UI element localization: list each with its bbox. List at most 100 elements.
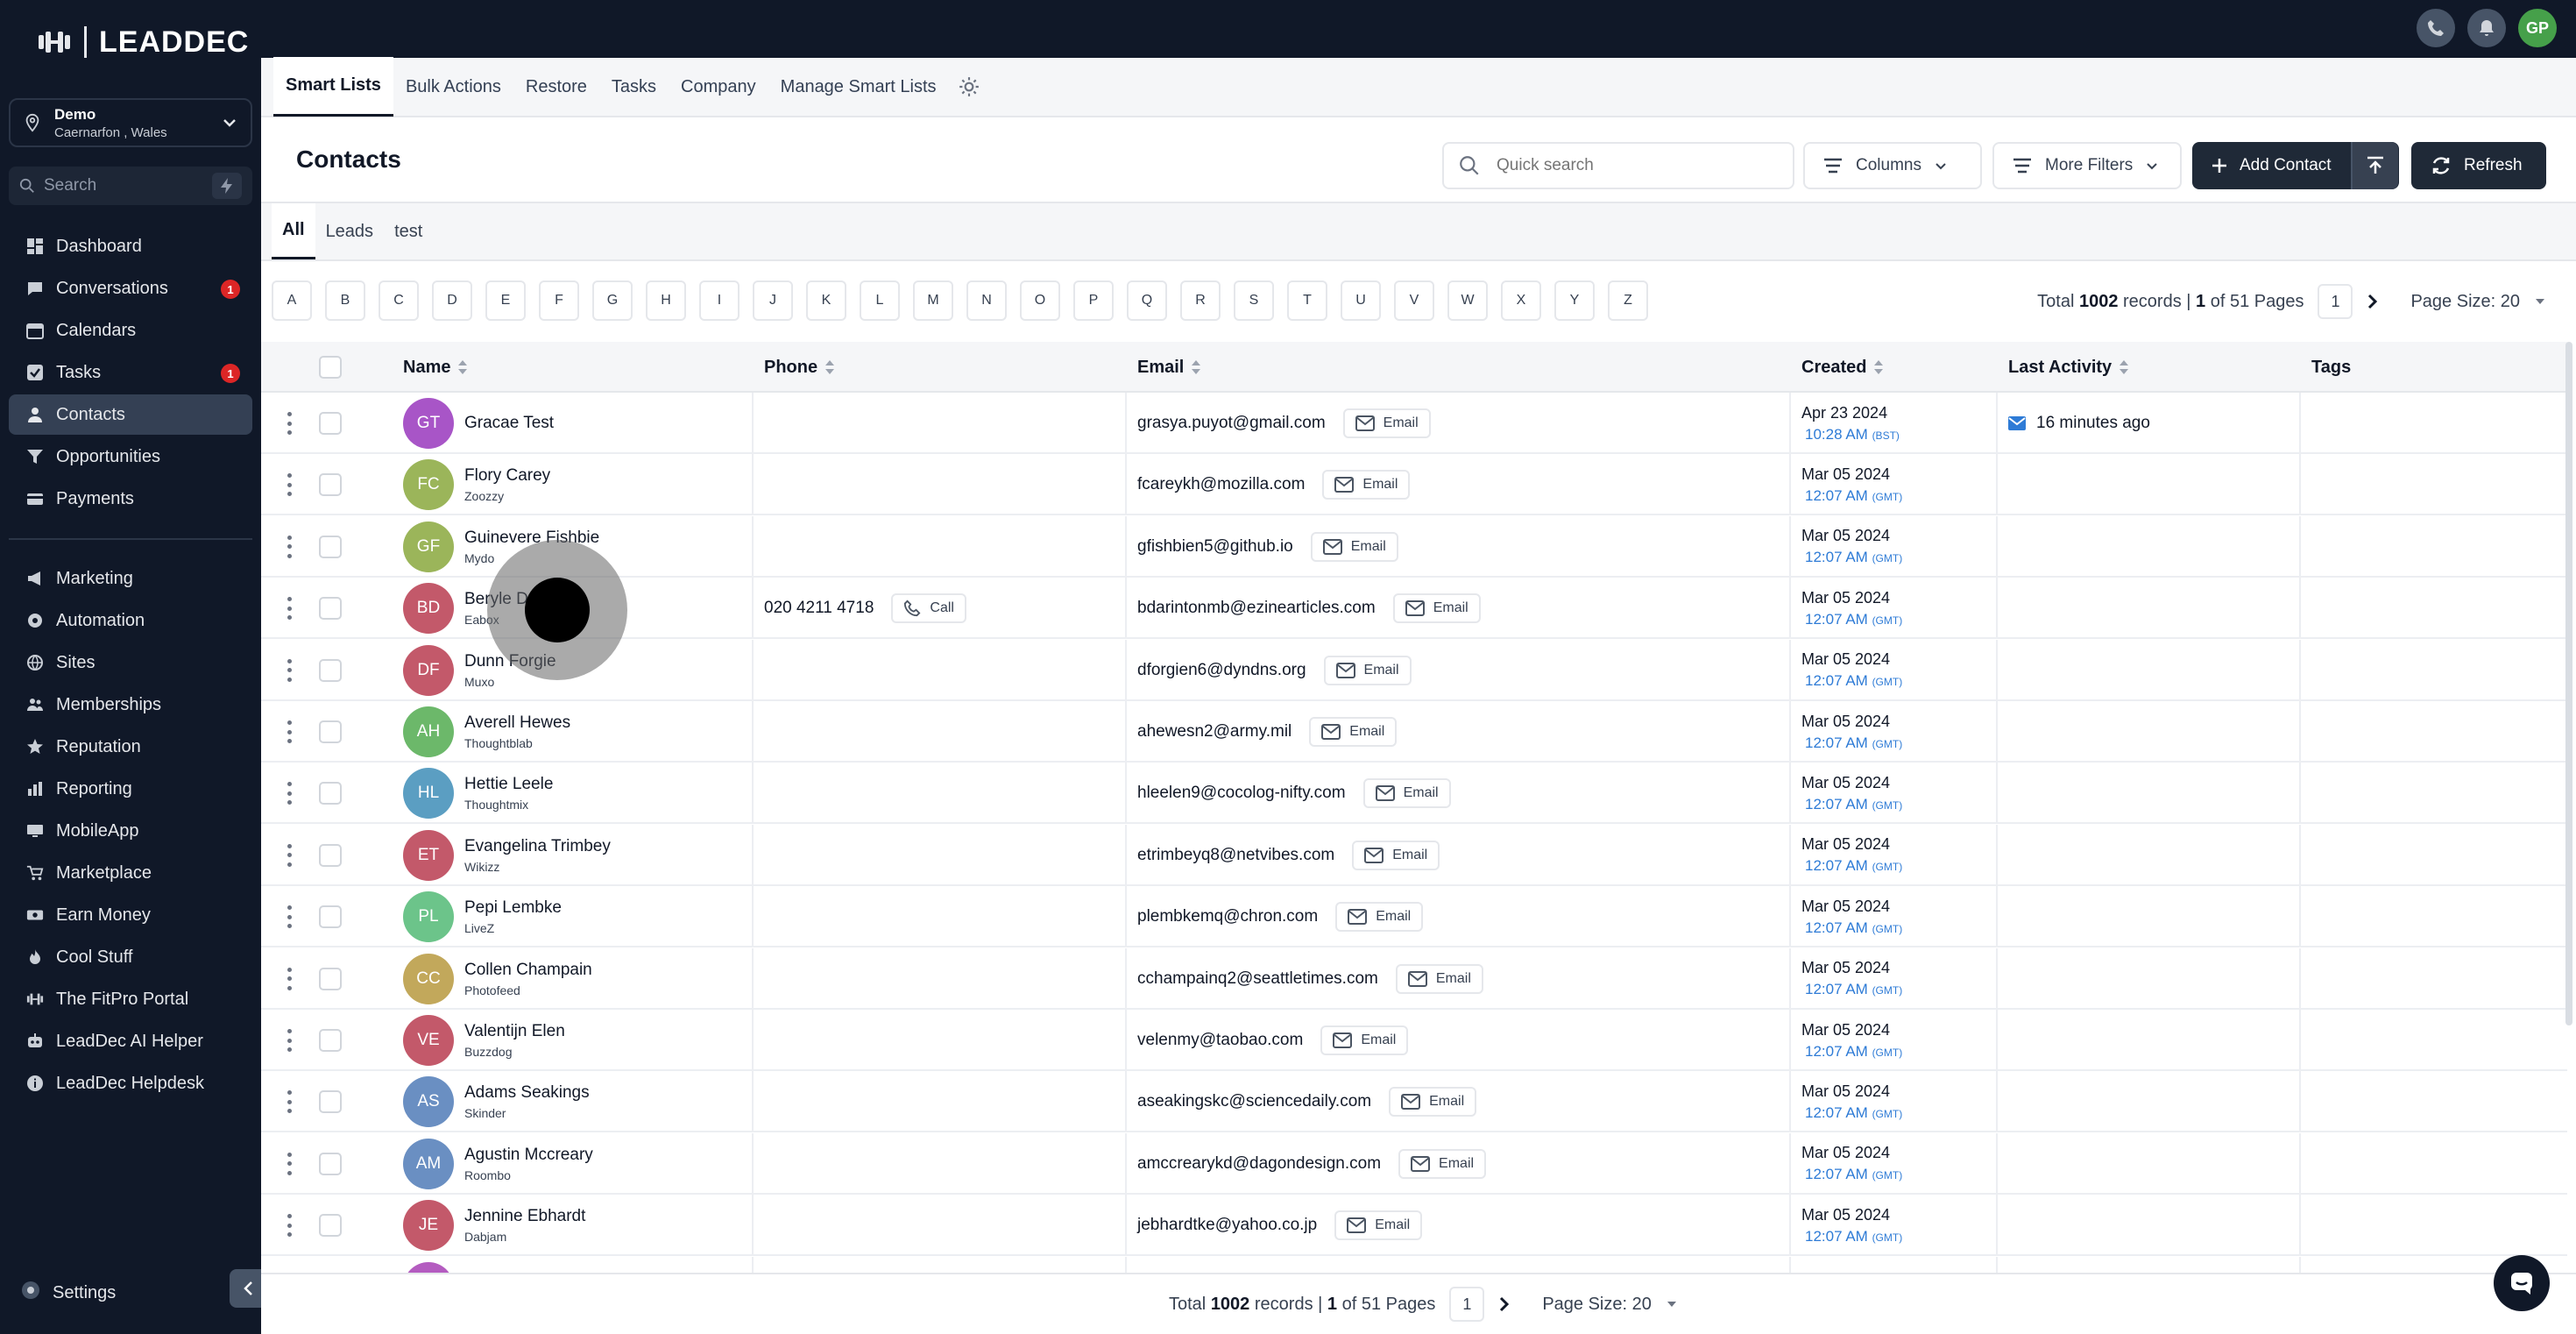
tab-company[interactable]: Company bbox=[669, 57, 768, 117]
column-header-tags[interactable]: Tags bbox=[2311, 342, 2351, 393]
caret-down-icon[interactable] bbox=[2534, 297, 2546, 306]
email-button[interactable]: Email bbox=[1395, 963, 1483, 994]
letter-filter-r[interactable]: R bbox=[1180, 280, 1221, 321]
row-checkbox[interactable] bbox=[319, 843, 342, 867]
contact-name[interactable]: Adams Seakings bbox=[464, 1083, 590, 1103]
contact-email[interactable]: fcareykh@mozilla.com bbox=[1137, 475, 1305, 494]
row-checkbox[interactable] bbox=[319, 720, 342, 743]
quick-search-input[interactable] bbox=[1497, 156, 1777, 175]
row-checkbox[interactable] bbox=[319, 473, 342, 497]
contact-name[interactable]: Agustin Mccreary bbox=[464, 1146, 593, 1165]
letter-filter-q[interactable]: Q bbox=[1127, 280, 1167, 321]
contact-email[interactable]: hleelen9@cocolog-nifty.com bbox=[1137, 784, 1346, 803]
row-menu-icon[interactable] bbox=[287, 1152, 293, 1175]
letter-filter-o[interactable]: O bbox=[1020, 280, 1060, 321]
letter-filter-m[interactable]: M bbox=[913, 280, 953, 321]
sidebar-item-marketing[interactable]: Marketing bbox=[9, 558, 252, 599]
table-row[interactable]: GVGaspar VolettMar 05 2024 bbox=[261, 1256, 2567, 1273]
sidebar-item-reputation[interactable]: Reputation bbox=[9, 727, 252, 767]
letter-filter-w[interactable]: W bbox=[1447, 280, 1488, 321]
column-header-email[interactable]: Email bbox=[1137, 342, 1201, 393]
email-button[interactable]: Email bbox=[1342, 408, 1431, 438]
contact-email[interactable]: ahewesn2@army.mil bbox=[1137, 722, 1292, 742]
table-row[interactable]: AH Averell Hewes Thoughtblab ahewesn2@army.… bbox=[261, 701, 2567, 763]
row-checkbox[interactable] bbox=[319, 535, 342, 558]
sidebar-item-settings[interactable]: Settings bbox=[9, 1273, 116, 1313]
row-menu-icon[interactable] bbox=[287, 658, 293, 682]
contact-email[interactable]: plembkemq@chron.com bbox=[1137, 907, 1318, 926]
avatar[interactable]: AS bbox=[403, 1076, 454, 1128]
logo[interactable]: LEADDEC bbox=[37, 25, 249, 60]
page-size-select[interactable]: Page Size: 20 bbox=[2410, 292, 2520, 312]
row-menu-icon[interactable] bbox=[287, 597, 293, 621]
table-row[interactable]: HL Hettie Leele Thoughtmix hleelen9@cocolog… bbox=[261, 763, 2567, 825]
vertical-scrollbar[interactable] bbox=[2565, 342, 2572, 1025]
row-menu-icon[interactable] bbox=[287, 967, 293, 990]
import-contacts-button[interactable] bbox=[2350, 142, 2398, 189]
quick-search[interactable] bbox=[1442, 142, 1794, 189]
avatar[interactable]: ET bbox=[403, 829, 454, 881]
column-header-last-activity[interactable]: Last Activity bbox=[2008, 342, 2129, 393]
row-menu-icon[interactable] bbox=[287, 412, 293, 435]
table-row[interactable]: JE Jennine Ebhardt Dabjam jebhardtke@yahoo.… bbox=[261, 1195, 2567, 1257]
contact-email[interactable]: velenmy@taobao.com bbox=[1137, 1031, 1303, 1050]
email-button[interactable]: Email bbox=[1398, 1148, 1487, 1179]
letter-filter-a[interactable]: A bbox=[272, 280, 312, 321]
contact-email[interactable]: etrimbeyq8@netvibes.com bbox=[1137, 846, 1334, 865]
column-header-phone[interactable]: Phone bbox=[764, 342, 835, 393]
avatar[interactable]: VE bbox=[403, 1015, 454, 1066]
sidebar-item-marketplace[interactable]: Marketplace bbox=[9, 853, 252, 893]
table-row[interactable]: AS Adams Seakings Skinder aseakingskc@scien… bbox=[261, 1071, 2567, 1133]
row-menu-icon[interactable] bbox=[287, 1090, 293, 1114]
letter-filter-n[interactable]: N bbox=[966, 280, 1007, 321]
email-button[interactable]: Email bbox=[1309, 717, 1398, 747]
tab-smart-lists[interactable]: Smart Lists bbox=[273, 57, 393, 117]
table-row[interactable]: GT Gracae Test grasya.puyot@gmail.com Email… bbox=[261, 393, 2567, 454]
letter-filter-g[interactable]: G bbox=[592, 280, 633, 321]
row-checkbox[interactable] bbox=[319, 597, 342, 621]
sidebar-item-contacts[interactable]: Contacts bbox=[9, 394, 252, 435]
email-button[interactable]: Email bbox=[1334, 1210, 1423, 1241]
avatar[interactable]: JE bbox=[403, 1200, 454, 1252]
sidebar-search[interactable]: Search bbox=[9, 167, 252, 205]
row-checkbox[interactable] bbox=[319, 1029, 342, 1052]
sidebar-item-fitpro-portal[interactable]: The FitPro Portal bbox=[9, 979, 252, 1019]
letter-filter-s[interactable]: S bbox=[1234, 280, 1274, 321]
sidebar-item-mobileapp[interactable]: MobileApp bbox=[9, 811, 252, 851]
letter-filter-d[interactable]: D bbox=[432, 280, 472, 321]
page-size-select[interactable]: Page Size: 20 bbox=[1542, 1295, 1652, 1315]
avatar[interactable]: AH bbox=[403, 706, 454, 757]
row-menu-icon[interactable] bbox=[287, 1214, 293, 1238]
tab-bulk-actions[interactable]: Bulk Actions bbox=[393, 57, 513, 117]
contact-email[interactable]: aseakingskc@sciencedaily.com bbox=[1137, 1092, 1371, 1111]
page-number-box[interactable]: 1 bbox=[2318, 284, 2353, 319]
letter-filter-b[interactable]: B bbox=[325, 280, 365, 321]
row-checkbox[interactable] bbox=[319, 782, 342, 805]
avatar[interactable]: FC bbox=[403, 459, 454, 511]
sidebar-item-ai-helper[interactable]: LeadDec AI Helper bbox=[9, 1021, 252, 1061]
table-row[interactable]: ET Evangelina Trimbey Wikizz etrimbeyq8@net… bbox=[261, 824, 2567, 886]
call-button[interactable]: Call bbox=[891, 593, 966, 624]
letter-filter-v[interactable]: V bbox=[1394, 280, 1434, 321]
select-all-checkbox[interactable] bbox=[319, 356, 342, 379]
tab-leads[interactable]: Leads bbox=[315, 203, 385, 259]
letter-filter-z[interactable]: Z bbox=[1608, 280, 1648, 321]
email-button[interactable]: Email bbox=[1320, 1025, 1409, 1055]
chevron-right-icon[interactable] bbox=[1498, 1296, 1511, 1312]
contact-email[interactable]: bdarintonmb@ezinearticles.com bbox=[1137, 599, 1376, 618]
row-menu-icon[interactable] bbox=[287, 535, 293, 558]
contact-name[interactable]: Evangelina Trimbey bbox=[464, 837, 611, 856]
contact-email[interactable]: gfishbien5@github.io bbox=[1137, 537, 1293, 557]
table-row[interactable]: CC Collen Champain Photofeed cchampainq2@se… bbox=[261, 947, 2567, 1010]
refresh-button[interactable]: Refresh bbox=[2411, 142, 2546, 189]
avatar[interactable]: PL bbox=[403, 891, 454, 943]
avatar[interactable]: AM bbox=[403, 1138, 454, 1189]
column-header-name[interactable]: Name bbox=[403, 342, 468, 393]
table-row[interactable]: AM Agustin Mccreary Roombo amccrearykd@dago… bbox=[261, 1132, 2567, 1195]
more-filters-button[interactable]: More Filters bbox=[1992, 142, 2182, 189]
letter-filter-f[interactable]: F bbox=[539, 280, 579, 321]
email-button[interactable]: Email bbox=[1352, 840, 1440, 870]
contact-email[interactable]: grasya.puyot@gmail.com bbox=[1137, 414, 1326, 433]
avatar[interactable]: CC bbox=[403, 953, 454, 1004]
sidebar-item-dashboard[interactable]: Dashboard bbox=[9, 226, 252, 266]
